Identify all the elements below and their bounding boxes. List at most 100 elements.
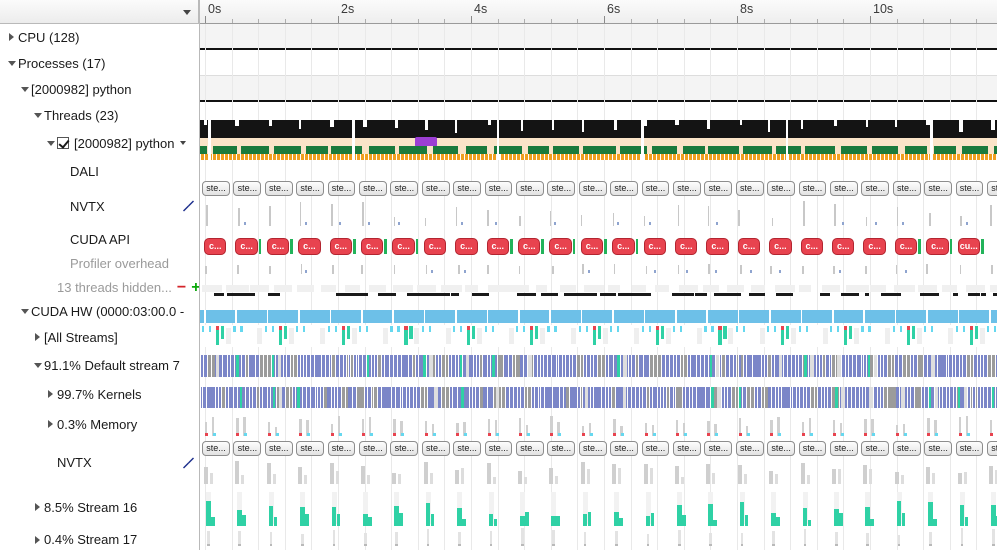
nvtx-range-box[interactable]: ste... bbox=[327, 181, 356, 196]
nvtx-range-box[interactable]: ste... bbox=[516, 181, 544, 196]
nvtx-range-box[interactable]: ste... bbox=[359, 181, 387, 196]
cuda-api-range-box[interactable]: c... bbox=[549, 238, 572, 255]
expand-diagonal-icon[interactable] bbox=[182, 200, 195, 213]
nvtx-range-box[interactable]: ste... bbox=[484, 441, 513, 456]
tree-row-process-python[interactable]: [2000982] python bbox=[0, 76, 199, 102]
caret-down-icon[interactable] bbox=[18, 309, 31, 314]
cuda-api-range-box[interactable]: c... bbox=[518, 238, 541, 255]
cuda-api-range-box[interactable]: c... bbox=[455, 238, 478, 255]
nvtx-range-box[interactable]: ste... bbox=[924, 181, 953, 196]
timeline-lane-stream-16[interactable] bbox=[200, 485, 997, 529]
tree-row-cpu[interactable]: CPU (128) bbox=[0, 24, 199, 50]
nvtx-range-box[interactable]: ste... bbox=[641, 441, 670, 456]
tree-row-thread-python[interactable]: [2000982] python bbox=[0, 129, 199, 157]
tree-row-profiler-overhead[interactable]: Profiler overhead bbox=[0, 251, 199, 275]
tree-row-kernels[interactable]: 99.7% Kernels bbox=[0, 380, 199, 408]
caret-right-icon[interactable] bbox=[31, 333, 44, 341]
cuda-api-range-box[interactable]: c... bbox=[329, 238, 352, 255]
timeline-panel[interactable]: 0s 2s 4s 6s 8s 10s ste... ste... ste... ste... st… bbox=[200, 0, 997, 550]
cuda-api-range-box[interactable]: c... bbox=[643, 238, 666, 255]
nvtx-range-box[interactable]: ste... bbox=[327, 441, 356, 456]
caret-down-icon[interactable] bbox=[5, 60, 18, 66]
cuda-api-range-box[interactable]: c... bbox=[800, 238, 823, 255]
nvtx-range-box[interactable]: ste... bbox=[987, 441, 997, 456]
cuda-api-range-box[interactable]: c... bbox=[675, 238, 698, 255]
cuda-api-range-box[interactable]: c... bbox=[486, 238, 509, 255]
nvtx-range-box[interactable]: ste... bbox=[892, 181, 921, 196]
caret-right-icon[interactable] bbox=[31, 535, 44, 544]
cuda-api-range-box[interactable]: cu... bbox=[957, 238, 980, 255]
nvtx-range-box[interactable]: ste... bbox=[359, 441, 387, 456]
cuda-api-range-box[interactable]: c... bbox=[266, 238, 290, 255]
tree-row-memory[interactable]: 0.3% Memory bbox=[0, 408, 199, 440]
tree-row-cuda-hw[interactable]: CUDA HW (0000:03:00.0 - bbox=[0, 300, 199, 323]
nvtx-range-box[interactable]: ste... bbox=[641, 181, 670, 196]
tree-row-threads-hidden[interactable]: 13 threads hidden... − + bbox=[0, 275, 199, 300]
timeline-lane-memory[interactable] bbox=[200, 408, 997, 440]
nvtx-range-box[interactable]: ste... bbox=[264, 181, 293, 196]
nvtx-range-box[interactable]: ste... bbox=[830, 181, 858, 196]
nvtx-range-box[interactable]: ste... bbox=[798, 181, 827, 196]
nvtx-range-box[interactable]: ste... bbox=[610, 441, 639, 456]
cuda-api-range-box[interactable]: c... bbox=[769, 238, 792, 255]
cuda-api-range-box[interactable]: c... bbox=[926, 238, 949, 255]
tree-row-default-stream-7[interactable]: 91.1% Default stream 7 bbox=[0, 351, 199, 380]
nvtx-range-box[interactable]: ste... bbox=[955, 181, 984, 196]
nvtx-range-box[interactable]: ste... bbox=[735, 181, 764, 196]
caret-right-icon[interactable] bbox=[5, 33, 18, 41]
cuda-api-range-box[interactable]: c... bbox=[706, 238, 729, 255]
nvtx-range-box[interactable]: ste... bbox=[704, 181, 733, 196]
nvtx-range-box[interactable]: ste... bbox=[390, 181, 419, 196]
nvtx-range-box[interactable]: ste... bbox=[610, 181, 639, 196]
nvtx-range-box[interactable]: ste... bbox=[202, 441, 230, 456]
tree-row-stream-17[interactable]: 0.4% Stream 17 bbox=[0, 529, 199, 550]
nvtx-range-box[interactable]: ste... bbox=[673, 181, 701, 196]
nvtx-range-box[interactable]: ste... bbox=[704, 441, 733, 456]
cuda-api-range-box[interactable]: c... bbox=[392, 238, 415, 255]
nvtx-range-box[interactable]: ste... bbox=[767, 181, 796, 196]
timeline-lane-cpu[interactable] bbox=[200, 24, 997, 50]
cuda-api-range-box[interactable]: c... bbox=[612, 238, 635, 255]
nvtx-range-box[interactable]: ste... bbox=[735, 441, 764, 456]
nvtx-range-box[interactable]: ste... bbox=[892, 441, 921, 456]
nvtx-range-box[interactable]: ste... bbox=[233, 181, 262, 196]
caret-right-icon[interactable] bbox=[31, 503, 44, 511]
chevron-down-icon[interactable] bbox=[183, 10, 191, 15]
nvtx-range-box[interactable]: ste... bbox=[547, 181, 576, 196]
cuda-api-range-box[interactable]: c... bbox=[863, 238, 886, 255]
cuda-api-range-box[interactable]: c... bbox=[204, 238, 227, 255]
caret-down-icon[interactable] bbox=[18, 86, 31, 92]
nvtx-range-box[interactable]: ste... bbox=[264, 441, 293, 456]
nvtx-range-box[interactable]: ste... bbox=[830, 441, 858, 456]
nvtx-range-box[interactable]: ste... bbox=[453, 181, 482, 196]
nvtx-range-box[interactable]: ste... bbox=[673, 441, 701, 456]
cuda-api-range-box[interactable]: c... bbox=[298, 238, 321, 255]
nvtx-range-box[interactable]: ste... bbox=[578, 441, 607, 456]
nvtx-range-box[interactable]: ste... bbox=[767, 441, 796, 456]
nvtx-range-box[interactable]: ste... bbox=[484, 181, 513, 196]
tree-row-cuda-api[interactable]: CUDA API bbox=[0, 227, 199, 251]
timeline-lane-stream-17[interactable] bbox=[200, 529, 997, 550]
nvtx-range-box[interactable]: ste... bbox=[578, 181, 607, 196]
hide-threads-minus-button[interactable]: − bbox=[177, 279, 186, 296]
tree-row-processes[interactable]: Processes (17) bbox=[0, 50, 199, 76]
cuda-api-range-box[interactable]: c... bbox=[235, 238, 258, 255]
cuda-api-range-box[interactable]: c... bbox=[580, 238, 604, 255]
thread-visibility-checkbox[interactable] bbox=[57, 137, 69, 149]
timeline-lane-process-python[interactable] bbox=[200, 76, 997, 102]
tree-row-dali[interactable]: DALI bbox=[0, 157, 199, 185]
caret-down-icon[interactable] bbox=[31, 113, 44, 118]
nvtx-range-box[interactable]: ste... bbox=[421, 441, 450, 456]
nvtx-range-box[interactable]: ste... bbox=[861, 181, 890, 196]
nvtx-range-box[interactable]: ste... bbox=[390, 441, 419, 456]
show-threads-plus-button[interactable]: + bbox=[191, 279, 199, 296]
tree-row-nvtx-gpu[interactable]: NVTX bbox=[0, 440, 199, 485]
nvtx-range-box[interactable]: ste... bbox=[924, 441, 953, 456]
tree-row-stream-16[interactable]: 8.5% Stream 16 bbox=[0, 485, 199, 529]
caret-down-icon[interactable] bbox=[31, 363, 44, 368]
nvtx-range-box[interactable]: ste... bbox=[296, 441, 325, 456]
timeline-lane-processes[interactable] bbox=[200, 50, 997, 76]
cuda-api-range-box[interactable]: c... bbox=[361, 238, 384, 255]
nvtx-range-box[interactable]: ste... bbox=[955, 441, 984, 456]
cuda-api-range-box[interactable]: c... bbox=[832, 238, 855, 255]
